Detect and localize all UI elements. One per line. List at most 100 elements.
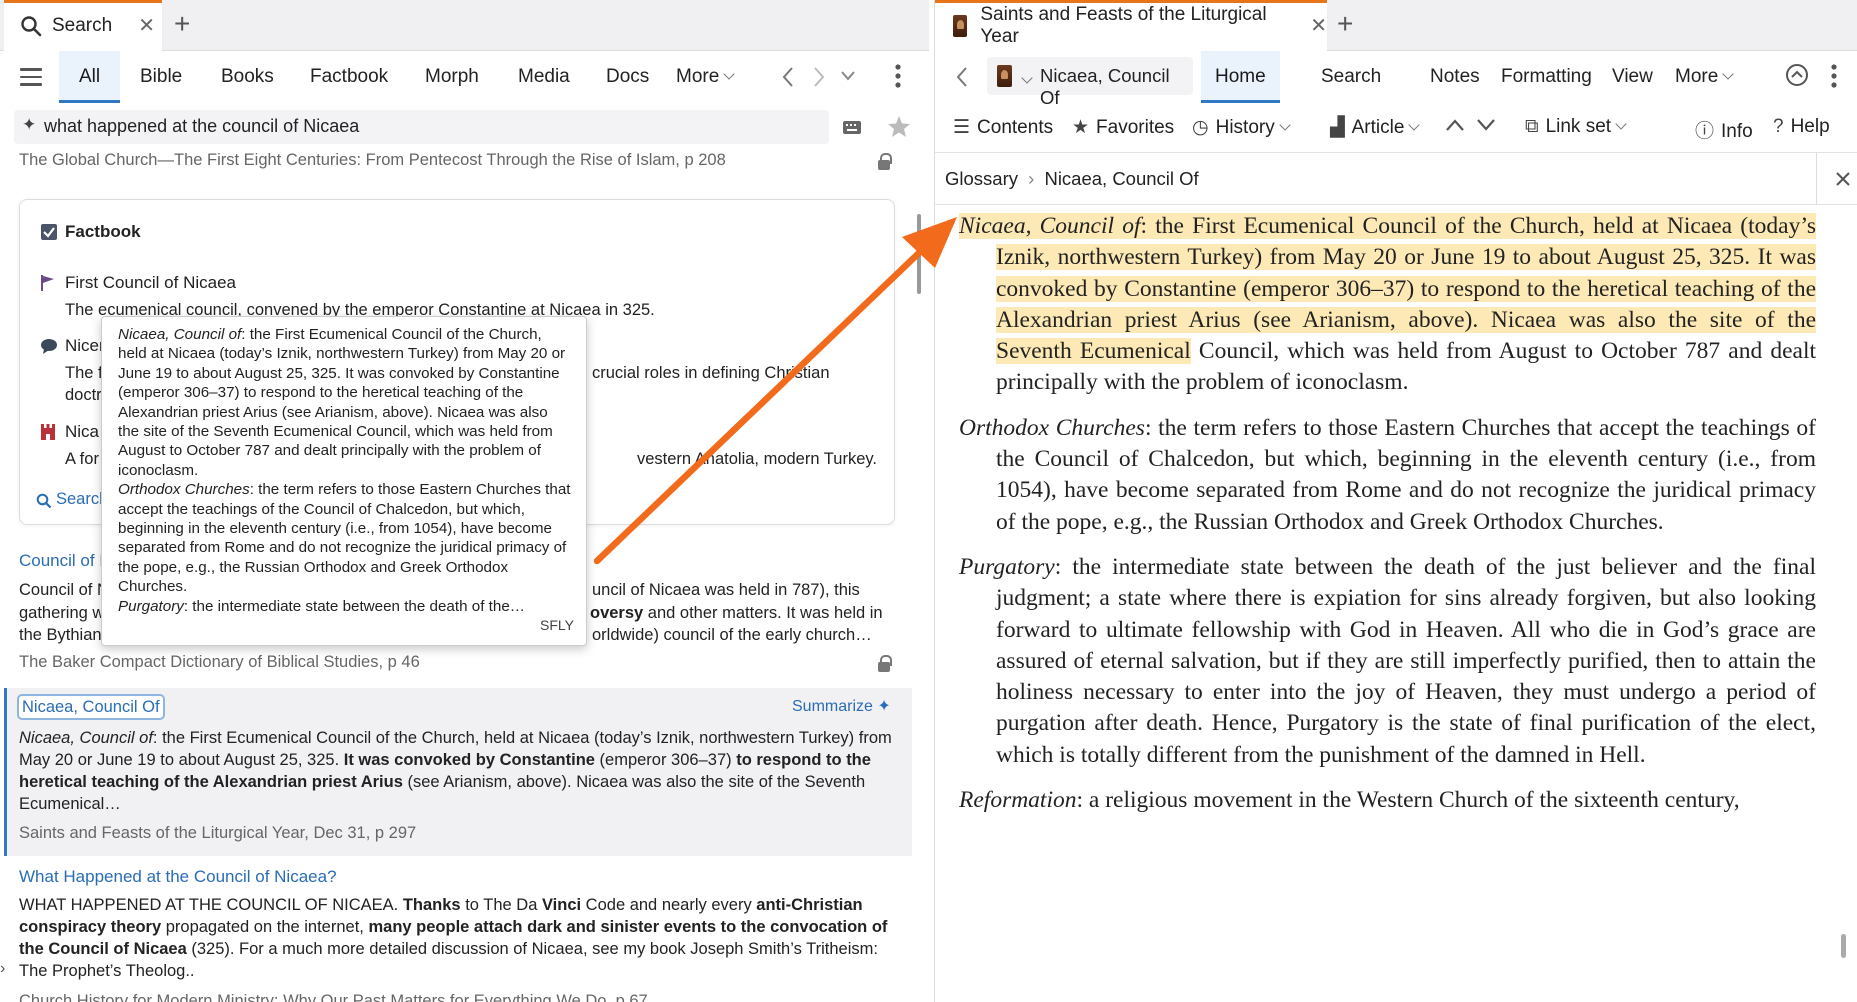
- lock-icon: [878, 655, 892, 672]
- close-icon[interactable]: ✕: [138, 13, 155, 38]
- new-tab-plus-icon[interactable]: +: [1337, 8, 1353, 40]
- tab-media[interactable]: Media: [518, 51, 570, 103]
- entry-term: Reformation: [959, 787, 1077, 814]
- collapse-up-icon[interactable]: [1785, 63, 1809, 87]
- resource-preview-popup: Nicaea, Council of: the First Ecumenical…: [101, 316, 587, 646]
- reference-box[interactable]: Nicaea, Council Of: [987, 57, 1193, 108]
- link-icon: ⧉: [1525, 116, 1539, 137]
- entry-text: : a religious movement in the Western Ch…: [1076, 787, 1740, 814]
- tab-factbook[interactable]: Factbook: [310, 51, 388, 103]
- book-cover-icon: [997, 65, 1012, 87]
- factbook-item-title[interactable]: First Council of Nicaea: [65, 273, 236, 293]
- tab-notes[interactable]: Notes: [1430, 51, 1480, 103]
- tab-search[interactable]: Search ✕: [4, 0, 162, 51]
- back-arrow-icon[interactable]: [955, 66, 969, 88]
- chevron-down-icon[interactable]: [1021, 72, 1033, 84]
- result-title[interactable]: Nicaea, Council Of: [17, 694, 165, 720]
- result-text-bold: Thanks: [402, 896, 461, 914]
- tab-more[interactable]: More: [1675, 51, 1734, 103]
- glossary-entry: Orthodox Churches: the term refers to th…: [959, 413, 1816, 538]
- breadcrumb-root[interactable]: Glossary: [945, 168, 1018, 189]
- speech-bubble-icon: [41, 339, 57, 354]
- tab-view[interactable]: View: [1612, 51, 1653, 103]
- app-window: Search ✕ + All Bible Books Factbook Morp…: [0, 0, 1857, 1002]
- tab-formatting[interactable]: Formatting: [1501, 51, 1592, 103]
- article-button[interactable]: ▟ Article: [1330, 116, 1421, 139]
- divider: [1816, 153, 1817, 205]
- result-text: to The Da: [460, 896, 542, 914]
- popup-definition: : the intermediate state between the dea…: [183, 597, 525, 615]
- tab-docs[interactable]: Docs: [606, 51, 649, 103]
- tab-title: Search: [52, 14, 113, 36]
- result-text: WHAT HAPPENED AT THE COUNCIL OF NICAEA.: [19, 896, 403, 914]
- result-title[interactable]: What Happened at the Council of Nicaea?: [19, 867, 337, 887]
- ai-sparkle-icon: ✦: [22, 115, 37, 134]
- history-clock-icon: ◷: [1192, 117, 1209, 138]
- list-icon: ☰: [953, 117, 971, 138]
- tab-home[interactable]: Home: [1201, 51, 1280, 103]
- result-source[interactable]: The Baker Compact Dictionary of Biblical…: [19, 653, 420, 672]
- result-text-bold: It was convoked by Constantine: [343, 751, 595, 769]
- favorites-label: Favorites: [1096, 117, 1175, 138]
- history-button[interactable]: ◷ History: [1192, 116, 1291, 139]
- forward-arrow-icon[interactable]: [812, 66, 826, 88]
- glossary-entry: Reformation: a religious movement in the…: [959, 785, 1816, 816]
- search-query[interactable]: what happened at the council of Nicaea: [44, 116, 359, 137]
- keyboard-icon[interactable]: [842, 120, 862, 135]
- chevron-down-icon: [1279, 119, 1291, 131]
- star-icon[interactable]: [887, 115, 911, 138]
- close-icon[interactable]: ✕: [1310, 13, 1327, 38]
- chevron-right-icon[interactable]: ›: [0, 960, 5, 978]
- result-term: Nicaea, Council of: [19, 729, 153, 747]
- search-icon: [36, 493, 52, 509]
- new-tab-plus-icon[interactable]: +: [174, 8, 190, 40]
- chevron-down-icon: [1408, 119, 1421, 131]
- summarize-button[interactable]: Summarize ✦: [792, 696, 891, 716]
- kebab-menu-icon[interactable]: [1831, 64, 1837, 88]
- help-label: Help: [1790, 116, 1830, 137]
- favorites-button[interactable]: ★ Favorites: [1072, 116, 1174, 139]
- result-source[interactable]: Church History for Modern Ministry: Why …: [19, 992, 648, 1002]
- info-button[interactable]: ⓘ Info: [1695, 116, 1753, 143]
- scrollbar[interactable]: [917, 214, 921, 294]
- chevron-down-icon: [723, 68, 735, 80]
- tab-search[interactable]: Search: [1321, 51, 1381, 103]
- scrollbar[interactable]: [1841, 934, 1846, 958]
- search-input[interactable]: ✦ what happened at the council of Nicaea: [14, 110, 829, 144]
- tab-books[interactable]: Books: [221, 51, 274, 103]
- tab-book[interactable]: Saints and Feasts of the Liturgical Year…: [935, 0, 1327, 51]
- back-arrow-icon[interactable]: [781, 66, 795, 88]
- result-text: uncil of Nicaea was held in 787), this: [592, 581, 860, 599]
- left-tab-strip: Search ✕ +: [0, 0, 929, 51]
- entry-text: : the intermediate state between the dea…: [996, 553, 1816, 768]
- close-icon[interactable]: [1835, 171, 1851, 187]
- help-button[interactable]: ? Help: [1773, 116, 1830, 138]
- search-icon: [21, 15, 42, 36]
- history-dropdown-icon[interactable]: [840, 70, 856, 82]
- contents-button[interactable]: ☰ Contents: [953, 116, 1053, 139]
- glossary-article: Nicaea, Council of: the First Ecumenical…: [959, 211, 1817, 830]
- popup-term: Purgatory: [118, 597, 184, 615]
- history-label: History: [1215, 117, 1275, 138]
- reader-panel: Saints and Feasts of the Liturgical Year…: [934, 0, 1857, 1002]
- linkset-button[interactable]: ⧉ Link set: [1525, 116, 1627, 138]
- result-source[interactable]: The Global Church—The First Eight Centur…: [19, 151, 726, 170]
- tab-morph[interactable]: Morph: [425, 51, 479, 103]
- flag-icon: [41, 275, 54, 291]
- result-source[interactable]: Saints and Feasts of the Liturgical Year…: [19, 824, 416, 843]
- tab-all[interactable]: All: [59, 51, 121, 103]
- factbook-item-title[interactable]: Nica: [65, 422, 99, 442]
- result-snippet: WHAT HAPPENED AT THE COUNCIL OF NICAEA. …: [19, 894, 909, 982]
- contents-label: Contents: [977, 117, 1054, 138]
- result-title[interactable]: Council of N: [19, 551, 112, 571]
- hamburger-menu-icon[interactable]: [20, 68, 42, 91]
- glossary-entry: Nicaea, Council of: the First Ecumenical…: [959, 211, 1817, 399]
- tab-bible[interactable]: Bible: [140, 51, 182, 103]
- next-article-icon[interactable]: [1476, 118, 1496, 132]
- kebab-menu-icon[interactable]: [895, 64, 901, 88]
- tab-more[interactable]: More: [676, 51, 735, 103]
- previous-article-icon[interactable]: [1445, 118, 1465, 132]
- popup-term: Nicaea, Council of: [118, 326, 242, 343]
- factbook-heading: Factbook: [65, 222, 141, 241]
- breadcrumb-separator: ›: [1028, 168, 1035, 189]
